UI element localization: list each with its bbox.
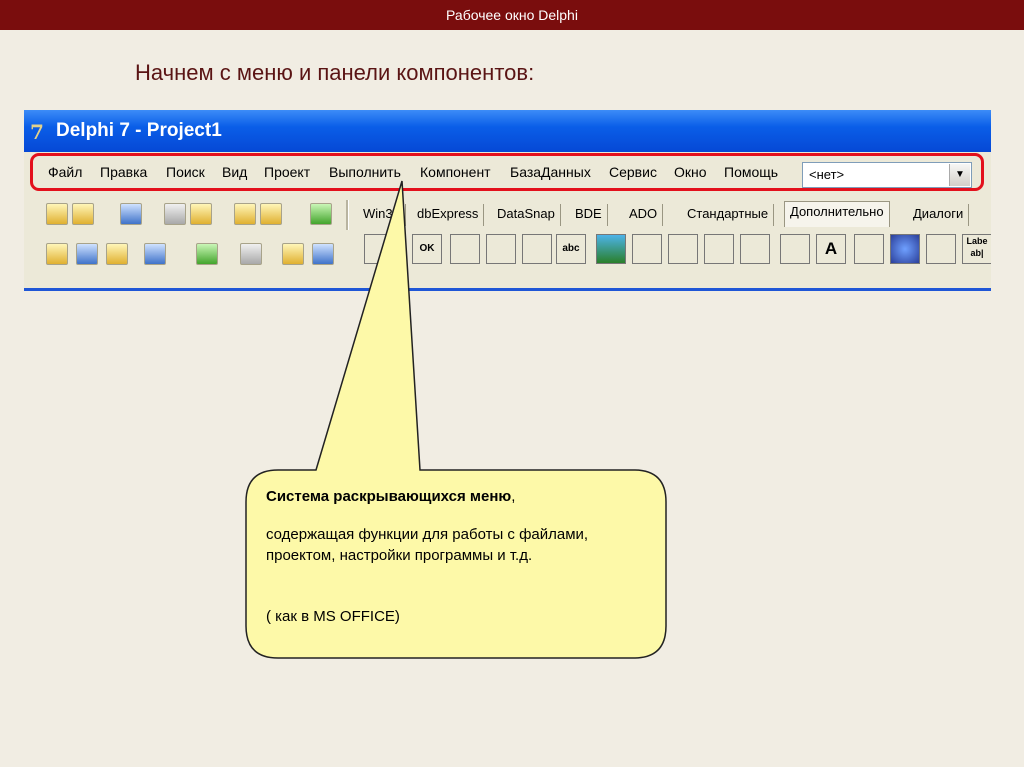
callout-title: Система раскрывающихся меню, — [266, 488, 515, 505]
callout-title-bold: Система раскрывающихся меню — [266, 488, 512, 505]
callout-title-comma: , — [511, 488, 516, 505]
callout-foot: ( как в MS OFFICE) — [266, 608, 400, 625]
callout-bubble — [245, 180, 667, 659]
callout-body: содержащая функции для работы с файлами,… — [266, 526, 589, 564]
callout-shape — [245, 180, 667, 659]
